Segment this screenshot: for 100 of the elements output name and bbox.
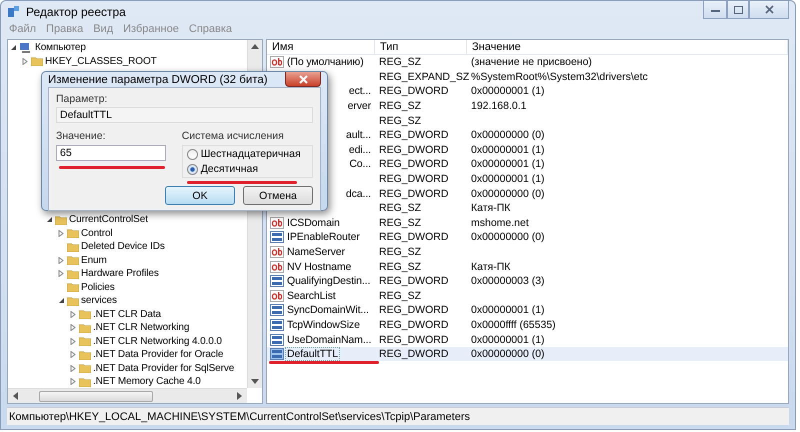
folder-icon (31, 56, 43, 66)
value-row[interactable]: DefaultTTL REG_DWORD 0x00000000 (0) (267, 346, 788, 362)
tree-item[interactable]: .NET CLR Data (93, 308, 161, 320)
value-row[interactable]: NameServer REG_SZ (267, 244, 788, 260)
value-data: 0x00000000 (0) (470, 188, 546, 200)
value-name: SearchList (286, 290, 337, 302)
value-data: Катя-ПК (470, 260, 512, 273)
value-row[interactable]: (По умолчанию) REG_SZ (значение не присвоено) (267, 55, 788, 70)
collapsed-arrow-icon[interactable] (70, 378, 77, 386)
tree-item[interactable]: Control (81, 228, 113, 239)
value-type: REG_DWORD (378, 188, 450, 200)
value-type: REG_SZ (378, 100, 422, 112)
radio-option[interactable]: Десятичная (186, 163, 308, 175)
string-value-icon (270, 290, 284, 302)
binary-value-icon (270, 275, 284, 288)
collapsed-arrow-icon[interactable] (58, 230, 65, 237)
status-path: Компьютер\HKEY_LOCAL_MACHINE\SYSTEM\CurrentControlSet\services\Tcpip\Parameters (9, 410, 470, 422)
tree-item[interactable]: Hardware Profiles (81, 268, 159, 280)
folder-icon (55, 214, 67, 225)
value-data: 0x00000001 (1) (470, 85, 546, 98)
value-name: TcpWindowSize (286, 318, 361, 331)
collapsed-arrow-icon[interactable] (70, 310, 77, 318)
value-row[interactable]: TcpWindowSize REG_DWORD 0x0000ffff (65535) (267, 318, 788, 332)
value-data: 0x00000001 (1) (470, 173, 546, 186)
value-type: REG_DWORD (378, 275, 450, 288)
value-row[interactable]: SearchList REG_SZ (267, 288, 788, 304)
tree-item[interactable]: .NET CLR Networking (93, 322, 190, 334)
tree-item[interactable]: .NET Memory Cache 4.0 (93, 376, 201, 388)
tree-item[interactable]: CurrentControlSet (69, 214, 148, 226)
collapsed-arrow-icon[interactable] (22, 58, 29, 65)
folder-icon (67, 228, 79, 238)
ok-button[interactable]: OK (165, 186, 235, 205)
value-field[interactable]: 65 (56, 145, 166, 161)
column-header[interactable]: Имя (267, 40, 375, 54)
value-data: 0x00000003 (3) (470, 275, 546, 288)
tree-item[interactable]: Enum (81, 254, 107, 266)
radio-icon[interactable] (186, 148, 198, 160)
collapsed-arrow-icon[interactable] (70, 338, 77, 345)
scroll-down-icon[interactable] (250, 378, 260, 385)
expanded-arrow-icon[interactable] (58, 297, 65, 304)
value-type: REG_DWORD (378, 334, 450, 346)
collapsed-arrow-icon[interactable] (70, 351, 77, 358)
computer-icon (19, 42, 33, 54)
value-name: dca... (344, 188, 372, 200)
folder-icon (79, 336, 91, 346)
collapsed-arrow-icon[interactable] (58, 256, 65, 264)
cancel-button[interactable]: Отмена (243, 186, 313, 205)
value-type: REG_SZ (378, 56, 422, 68)
value-type: REG_DWORD (378, 173, 450, 186)
folder-icon (79, 309, 91, 320)
scrollbar-thumb[interactable] (39, 390, 154, 402)
tree-item[interactable]: Компьютер (35, 42, 86, 54)
scroll-left-icon[interactable] (12, 391, 19, 401)
value-name: ault... (345, 129, 372, 142)
tree-item[interactable]: .NET Data Provider for SqlServe (93, 362, 234, 374)
column-header[interactable]: Значение (467, 40, 788, 54)
value-data: mshome.net (470, 216, 530, 229)
scroll-up-icon[interactable] (250, 43, 260, 50)
close-icon (764, 5, 774, 14)
scroll-right-icon[interactable] (236, 391, 243, 401)
minimize-button[interactable] (703, 1, 727, 19)
value-row[interactable]: ICSDomain REG_SZ mshome.net (267, 216, 788, 230)
radio-option[interactable]: Шестнадцатеричная (186, 148, 308, 160)
expanded-arrow-icon[interactable] (46, 216, 53, 224)
value-type: REG_DWORD (378, 158, 450, 170)
dialog-title: Изменение параметра DWORD (32 бита) (48, 74, 268, 86)
collapsed-arrow-icon[interactable] (70, 324, 77, 332)
value-row[interactable]: QualifyingDestin... REG_DWORD 0x00000003 (3) (267, 274, 788, 288)
value-type: REG_DWORD (378, 304, 450, 316)
maximize-button[interactable] (727, 1, 749, 19)
field-label: Значение: (56, 130, 106, 142)
collapsed-arrow-icon[interactable] (70, 364, 77, 372)
collapsed-arrow-icon[interactable] (58, 270, 65, 278)
radio-icon[interactable] (186, 164, 198, 174)
close-button[interactable] (749, 1, 789, 19)
close-button[interactable] (285, 72, 321, 87)
tree-item[interactable]: Policies (81, 282, 115, 293)
tree-item[interactable]: HKEY_CLASSES_ROOT (45, 56, 157, 67)
value-name: edi... (348, 144, 372, 156)
value-row[interactable]: SyncDomainWit... REG_DWORD 0x00000001 (1) (267, 303, 788, 318)
expanded-arrow-icon[interactable] (10, 44, 17, 52)
value-name: IPEnableRouter (286, 231, 361, 244)
value-row[interactable]: UseDomainNam... REG_DWORD 0x00000001 (1) (267, 332, 788, 347)
column-header[interactable]: Тип (375, 40, 467, 54)
value-row[interactable]: NV Hostname REG_SZ Катя-ПК (267, 259, 788, 274)
value-name: (По умолчанию) (286, 56, 365, 68)
value-data: 0x00000001 (1) (470, 304, 546, 316)
binary-value-icon (270, 318, 284, 331)
tree-item[interactable]: services (81, 295, 117, 306)
value-type: REG_DWORD (378, 85, 450, 98)
tree-item[interactable]: .NET Data Provider for Oracle (93, 349, 224, 360)
binary-value-icon (270, 348, 284, 360)
value-row[interactable]: IPEnableRouter REG_DWORD 0x00000000 (0) (267, 230, 788, 245)
value-data: 192.168.0.1 (470, 100, 528, 112)
folder-icon (79, 322, 91, 333)
tree-item[interactable]: .NET CLR Networking 4.0.0.0 (93, 336, 222, 347)
value-data: 0x0000ffff (65535) (470, 318, 557, 331)
value-name: UseDomainNam... (286, 334, 372, 346)
tree-item[interactable]: Deleted Device IDs (81, 241, 165, 252)
registry-editor-icon (7, 5, 21, 19)
